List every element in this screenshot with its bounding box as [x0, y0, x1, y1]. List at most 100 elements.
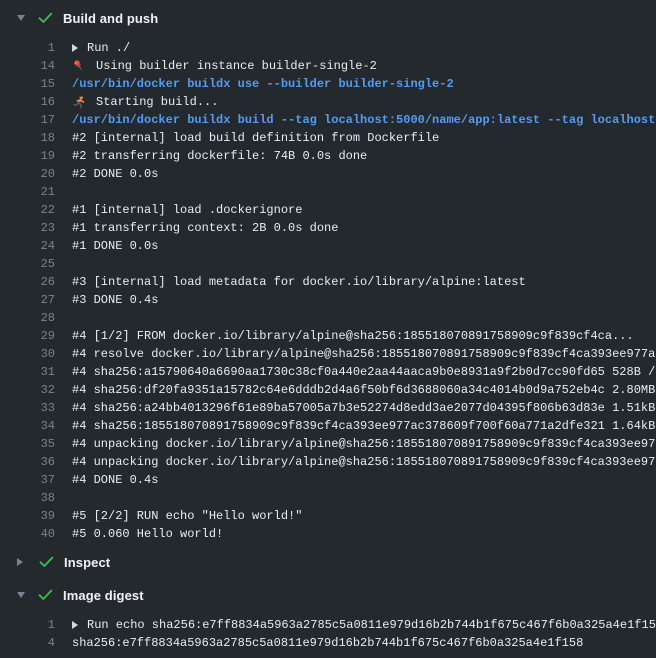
success-check-icon — [39, 556, 54, 568]
expand-group-icon[interactable] — [72, 44, 78, 52]
line-text: #3 [internal] load metadata for docker.i… — [72, 273, 526, 291]
line-content: #2 transferring dockerfile: 74B 0.0s don… — [72, 147, 656, 165]
log-line: 27 #3 DONE 0.4s — [0, 291, 656, 309]
log-line: 36 #4 unpacking docker.io/library/alpine… — [0, 453, 656, 471]
line-text: #4 unpacking docker.io/library/alpine@sh… — [72, 435, 656, 453]
log-line: 22 #1 [internal] load .dockerignore — [0, 201, 656, 219]
triangle-down-icon[interactable] — [17, 592, 25, 598]
expand-group-icon[interactable] — [72, 621, 78, 629]
log-line: 32 #4 sha256:df20fa9351a15782c64e6dddb2d… — [0, 381, 656, 399]
line-content: #1 [internal] load .dockerignore — [72, 201, 656, 219]
log-line: 29 #4 [1/2] FROM docker.io/library/alpin… — [0, 327, 656, 345]
line-number[interactable]: 30 — [0, 345, 55, 363]
log-line: 26 #3 [internal] load metadata for docke… — [0, 273, 656, 291]
line-text: Run ./ — [87, 39, 130, 57]
line-number[interactable]: 31 — [0, 363, 55, 381]
line-text: #1 DONE 0.0s — [72, 237, 158, 255]
line-number[interactable]: 15 — [0, 75, 55, 93]
line-text: #2 [internal] load build definition from… — [72, 129, 439, 147]
line-number[interactable]: 32 — [0, 381, 55, 399]
step-body: 1 Run ./ 14 Using builder instance build… — [0, 32, 656, 548]
line-number[interactable]: 26 — [0, 273, 55, 291]
line-number[interactable]: 34 — [0, 417, 55, 435]
log-line: 30 #4 resolve docker.io/library/alpine@s… — [0, 345, 656, 363]
line-number[interactable]: 36 — [0, 453, 55, 471]
triangle-right-icon[interactable] — [17, 558, 23, 566]
line-content: #4 unpacking docker.io/library/alpine@sh… — [72, 453, 656, 471]
line-content: #3 [internal] load metadata for docker.i… — [72, 273, 656, 291]
step-header[interactable]: Inspect — [0, 548, 656, 576]
line-text: #1 transferring context: 2B 0.0s done — [72, 219, 338, 237]
log-line: 15 /usr/bin/docker buildx use --builder … — [0, 75, 656, 93]
line-number[interactable]: 17 — [0, 111, 55, 129]
pushpin-icon — [72, 59, 87, 74]
line-text: #4 unpacking docker.io/library/alpine@sh… — [72, 453, 656, 471]
runner-icon — [72, 95, 87, 110]
line-number[interactable]: 25 — [0, 255, 55, 273]
log-line: 4 sha256:e7ff8834a5963a2785c5a0811e979d1… — [0, 634, 656, 652]
log-step-image-digest: Image digest 1 Run echo sha256:e7ff8834a… — [0, 581, 656, 657]
line-text: sha256:e7ff8834a5963a2785c5a0811e979d16b… — [72, 634, 583, 652]
log-line: 28 — [0, 309, 656, 327]
line-number[interactable]: 1 — [0, 39, 55, 57]
log-line: 1 Run ./ — [0, 39, 656, 57]
log-line: 19 #2 transferring dockerfile: 74B 0.0s … — [0, 147, 656, 165]
line-number[interactable]: 18 — [0, 129, 55, 147]
line-number[interactable]: 19 — [0, 147, 55, 165]
line-text: #4 sha256:a24bb4013296f61e89ba57005a7b3e… — [72, 399, 656, 417]
line-content: #4 sha256:a15790640a6690aa1730c38cf0a440… — [72, 363, 656, 381]
line-number[interactable]: 24 — [0, 237, 55, 255]
step-body: 1 Run echo sha256:e7ff8834a5963a2785c5a0… — [0, 609, 656, 657]
line-number[interactable]: 22 — [0, 201, 55, 219]
triangle-down-icon[interactable] — [17, 15, 25, 21]
line-text: #4 sha256:a15790640a6690aa1730c38cf0a440… — [72, 363, 656, 381]
log-line: 34 #4 sha256:185518070891758909c9f839cf4… — [0, 417, 656, 435]
log-line: 40 #5 0.060 Hello world! — [0, 525, 656, 543]
line-text: #5 [2/2] RUN echo "Hello world!" — [72, 507, 302, 525]
line-text: #4 sha256:185518070891758909c9f839cf4ca3… — [72, 417, 656, 435]
log-line: 31 #4 sha256:a15790640a6690aa1730c38cf0a… — [0, 363, 656, 381]
line-content: Run echo sha256:e7ff8834a5963a2785c5a081… — [72, 616, 656, 634]
line-number[interactable]: 38 — [0, 489, 55, 507]
log-line: 18 #2 [internal] load build definition f… — [0, 129, 656, 147]
line-text: /usr/bin/docker buildx build --tag local… — [72, 111, 656, 129]
line-content: #5 0.060 Hello world! — [72, 525, 656, 543]
line-number[interactable]: 37 — [0, 471, 55, 489]
line-content: #1 DONE 0.0s — [72, 237, 656, 255]
line-content: sha256:e7ff8834a5963a2785c5a0811e979d16b… — [72, 634, 656, 652]
line-content: #2 [internal] load build definition from… — [72, 129, 656, 147]
line-number[interactable]: 20 — [0, 165, 55, 183]
line-number[interactable]: 40 — [0, 525, 55, 543]
log-line: 20 #2 DONE 0.0s — [0, 165, 656, 183]
step-header[interactable]: Build and push — [0, 4, 656, 32]
line-number[interactable]: 21 — [0, 183, 55, 201]
line-number[interactable]: 39 — [0, 507, 55, 525]
line-number[interactable]: 1 — [0, 616, 55, 634]
step-title: Inspect — [64, 555, 110, 570]
line-content: #4 unpacking docker.io/library/alpine@sh… — [72, 435, 656, 453]
log-step-inspect: Inspect — [0, 548, 656, 576]
step-title: Build and push — [63, 11, 158, 26]
line-content — [72, 489, 656, 507]
log-line: 37 #4 DONE 0.4s — [0, 471, 656, 489]
line-text: #2 DONE 0.0s — [72, 165, 158, 183]
workflow-log: Build and push 1 Run ./ 14 Using builder… — [0, 0, 656, 657]
line-number[interactable]: 29 — [0, 327, 55, 345]
log-line: 16 Starting build... — [0, 93, 656, 111]
step-header[interactable]: Image digest — [0, 581, 656, 609]
line-number[interactable]: 35 — [0, 435, 55, 453]
line-text: #5 0.060 Hello world! — [72, 525, 223, 543]
line-number[interactable]: 16 — [0, 93, 55, 111]
line-number[interactable]: 27 — [0, 291, 55, 309]
line-number[interactable]: 33 — [0, 399, 55, 417]
line-number[interactable]: 14 — [0, 57, 55, 75]
line-content: #4 sha256:a24bb4013296f61e89ba57005a7b3e… — [72, 399, 656, 417]
log-line: 33 #4 sha256:a24bb4013296f61e89ba57005a7… — [0, 399, 656, 417]
line-number[interactable]: 23 — [0, 219, 55, 237]
success-check-icon — [38, 12, 53, 24]
line-content — [72, 309, 656, 327]
line-number[interactable]: 28 — [0, 309, 55, 327]
line-text: #4 resolve docker.io/library/alpine@sha2… — [72, 345, 656, 363]
line-content — [72, 183, 656, 201]
line-number[interactable]: 4 — [0, 634, 55, 652]
